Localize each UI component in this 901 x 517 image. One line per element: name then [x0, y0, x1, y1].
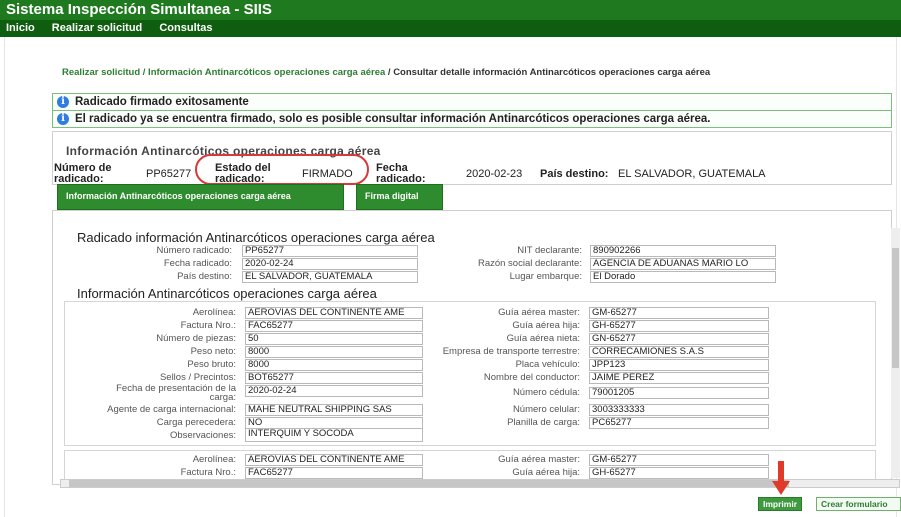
field-label: Guía aérea nieta:: [506, 333, 580, 344]
arrow-down-icon: [772, 461, 790, 495]
tab-informacion[interactable]: Información Antinarcóticos operaciones c…: [57, 184, 344, 210]
guia-master-field: GM-65277: [589, 307, 769, 319]
message-text: Radicado firmado exitosamente: [75, 96, 249, 108]
estado-radicado-label: Estado del radicado:: [215, 162, 271, 185]
factura-field-2: FAC65277: [245, 467, 423, 479]
pais-destino-field: EL SALVADOR, GUATEMALA: [242, 271, 418, 283]
field-label: Empresa de transporte terrestre:: [442, 346, 580, 357]
breadcrumb-current: / Consultar detalle información Antinarc…: [387, 67, 711, 78]
imprimir-button[interactable]: Imprimir: [758, 497, 803, 511]
nit-declarante-field: 890902266: [590, 245, 776, 257]
lugar-embarque-field: El Dorado: [590, 271, 776, 283]
fecha-radicado-label: Fecha radicado:: [376, 162, 426, 185]
field-label: Aerolínea:: [192, 454, 236, 465]
guia-nieta-field: GN-65277: [589, 333, 769, 345]
field-label: Número celular:: [512, 404, 580, 415]
nombre-conductor-field: JAIME PEREZ: [589, 372, 769, 384]
fecha-radicado-field: 2020-02-24: [242, 258, 418, 270]
field-label: País destino:: [177, 271, 232, 282]
breadcrumb: Realizar solicitud / Información Antinar…: [62, 67, 710, 78]
guia-hija-field: GH-65277: [589, 320, 769, 332]
numero-radicado-label: Número de radicado:: [54, 162, 112, 185]
scrollbar-thumb[interactable]: [69, 480, 789, 487]
field-label: Factura Nro.:: [180, 467, 236, 478]
main-nav: Inicio Realizar solicitud Consultas: [0, 20, 901, 37]
info-icon: i: [57, 96, 69, 108]
nav-item-consultas[interactable]: Consultas: [159, 22, 212, 34]
field-label: Placa vehículo:: [515, 359, 580, 370]
fecha-presentacion-field: 2020-02-24: [245, 385, 423, 397]
app-title: Sistema Inspección Simultanea - SIIS: [0, 0, 901, 20]
vertical-scrollbar[interactable]: [891, 228, 900, 478]
placa-vehiculo-field: JPP123: [589, 359, 769, 371]
field-label: Lugar embarque:: [509, 271, 582, 282]
pais-destino-value: EL SALVADOR, GUATEMALA: [618, 168, 766, 180]
field-label: Sellos / Precintos:: [159, 372, 236, 383]
field-label: Número cédula:: [512, 387, 580, 398]
nav-item-realizar-solicitud[interactable]: Realizar solicitud: [52, 22, 142, 34]
field-label: NIT declarante:: [517, 245, 582, 256]
section-title-informacion: Información Antinarcóticos operaciones c…: [77, 286, 377, 301]
signed-notice-message: i El radicado ya se encuentra firmado, s…: [52, 110, 892, 128]
estado-radicado-value: FIRMADO: [302, 168, 353, 180]
numero-cedula-field: 79001205: [589, 387, 769, 399]
scrollbar-thumb[interactable]: [892, 248, 899, 368]
aerolinea-field-2: AEROVIAS DEL CONTINENTE AME: [245, 454, 423, 466]
field-label: Fecha de presentación de la carga:: [116, 383, 236, 403]
field-label: Factura Nro.:: [180, 320, 236, 331]
numero-celular-field: 3003333333: [589, 404, 769, 416]
field-label: Aerolínea:: [192, 307, 236, 318]
numero-radicado-value: PP65277: [146, 168, 192, 180]
field-label: Peso bruto:: [187, 359, 236, 370]
field-label: Planilla de carga:: [507, 417, 580, 428]
factura-field: FAC65277: [245, 320, 423, 332]
agente-carga-field: MAHE NEUTRAL SHIPPING SAS: [245, 404, 423, 416]
field-label: Número radicado:: [156, 245, 232, 256]
sellos-precintos-field: BOT65277: [245, 372, 423, 384]
field-label: Guía aérea master:: [498, 454, 580, 465]
field-label: Carga perecedera:: [156, 417, 236, 428]
section-title-radicado: Radicado información Antinarcóticos oper…: [77, 230, 435, 245]
info-icon: i: [57, 113, 69, 125]
field-label: Guía aérea master:: [498, 307, 580, 318]
field-label: Guía aérea hija:: [512, 320, 580, 331]
observaciones-field: INTERQUIM Y SOCODA: [245, 428, 423, 442]
field-label: Peso neto:: [190, 346, 236, 357]
field-label: Nombre del conductor:: [483, 372, 580, 383]
peso-neto-field: 8000: [245, 346, 423, 358]
breadcrumb-link[interactable]: Realizar solicitud / Información Antinar…: [62, 67, 385, 78]
razon-social-field: AGENCIA DE ADUANAS MARIO LO: [590, 258, 776, 270]
guia-hija-field-2: GH-65277: [589, 467, 769, 479]
pais-destino-label: País destino:: [540, 168, 609, 180]
aerolinea-field: AEROVIAS DEL CONTINENTE AME: [245, 307, 423, 319]
numero-radicado-field: PP65277: [242, 245, 418, 257]
message-text: El radicado ya se encuentra firmado, sol…: [75, 113, 711, 125]
nav-item-inicio[interactable]: Inicio: [6, 22, 35, 34]
crear-formulario-button[interactable]: Crear formulario: [816, 497, 901, 511]
field-label: Número de piezas:: [156, 333, 236, 344]
field-label: Observaciones:: [169, 430, 236, 441]
tab-firma-digital[interactable]: Firma digital: [356, 184, 443, 210]
numero-piezas-field: 50: [245, 333, 423, 345]
field-label: Guía aérea hija:: [512, 467, 580, 478]
fecha-radicado-value: 2020-02-23: [466, 168, 523, 180]
success-message: i Radicado firmado exitosamente: [52, 93, 892, 111]
guia-master-field-2: GM-65277: [589, 454, 769, 466]
peso-bruto-field: 8000: [245, 359, 423, 371]
field-label: Razón social declarante:: [477, 258, 582, 269]
empresa-transporte-field: CORRECAMIONES S.A.S: [589, 346, 769, 358]
planilla-carga-field: PC65277: [589, 417, 769, 429]
field-label: Fecha radicado:: [163, 258, 232, 269]
field-label: Agente de carga internacional:: [107, 404, 236, 415]
